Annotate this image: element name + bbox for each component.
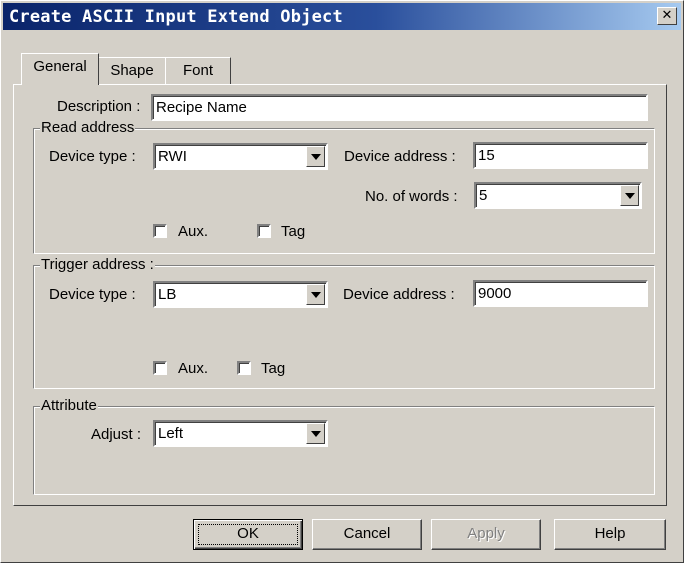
cancel-button[interactable]: Cancel bbox=[312, 519, 422, 550]
trigger-aux-label: Aux. bbox=[178, 360, 209, 377]
apply-button[interactable]: Apply bbox=[431, 519, 541, 550]
create-ascii-input-dialog: Create ASCII Input Extend Object ✕ Gener… bbox=[0, 0, 684, 563]
help-label: Help bbox=[594, 525, 626, 542]
adjust-select[interactable]: Left bbox=[153, 420, 328, 447]
description-value: Recipe Name bbox=[156, 99, 247, 116]
trigger-device-address-label: Device address : bbox=[343, 286, 455, 303]
read-device-type-label: Device type : bbox=[49, 148, 136, 165]
apply-label: Apply bbox=[467, 525, 505, 542]
adjust-label: Adjust : bbox=[91, 426, 142, 443]
cancel-label: Cancel bbox=[343, 525, 391, 542]
close-icon[interactable]: ✕ bbox=[657, 7, 677, 25]
no-of-words-label: No. of words : bbox=[365, 188, 458, 205]
tab-font-label: Font bbox=[182, 62, 213, 79]
no-of-words-select[interactable]: 5 bbox=[474, 182, 642, 209]
trigger-tag-checkbox[interactable] bbox=[237, 361, 251, 375]
read-device-type-value: RWI bbox=[158, 148, 187, 165]
attribute-legend: Attribute bbox=[40, 397, 98, 415]
read-device-address-value: 15 bbox=[478, 147, 495, 164]
chevron-down-icon[interactable] bbox=[306, 423, 325, 444]
tab-font[interactable]: Font bbox=[165, 57, 231, 85]
chevron-down-icon[interactable] bbox=[306, 146, 325, 167]
trigger-aux-checkbox[interactable] bbox=[153, 361, 167, 375]
attribute-group: Attribute bbox=[33, 397, 655, 495]
tab-shape[interactable]: Shape bbox=[98, 57, 166, 85]
trigger-tag-label: Tag bbox=[261, 360, 286, 377]
read-aux-checkbox[interactable] bbox=[153, 224, 167, 238]
help-button[interactable]: Help bbox=[554, 519, 666, 550]
chevron-down-icon[interactable] bbox=[306, 284, 325, 305]
adjust-value: Left bbox=[158, 425, 184, 442]
tab-general[interactable]: General bbox=[21, 53, 99, 85]
read-device-address-label: Device address : bbox=[344, 148, 456, 165]
ok-button[interactable]: OK bbox=[193, 519, 303, 550]
trigger-address-legend: Trigger address : bbox=[40, 256, 155, 274]
title-bar[interactable]: Create ASCII Input Extend Object ✕ bbox=[3, 3, 681, 30]
read-device-type-select[interactable]: RWI bbox=[153, 143, 328, 170]
read-aux-label: Aux. bbox=[178, 223, 209, 240]
trigger-device-address-input[interactable]: 9000 bbox=[473, 280, 648, 307]
tab-general-label: General bbox=[33, 58, 87, 75]
trigger-device-address-value: 9000 bbox=[478, 285, 512, 302]
focus-rect bbox=[198, 524, 298, 545]
no-of-words-value: 5 bbox=[479, 187, 488, 204]
read-tag-label: Tag bbox=[281, 223, 306, 240]
description-label: Description : bbox=[57, 98, 141, 115]
tab-shape-label: Shape bbox=[110, 62, 154, 79]
read-tag-checkbox[interactable] bbox=[257, 224, 271, 238]
trigger-device-type-select[interactable]: LB bbox=[153, 281, 328, 308]
trigger-device-type-value: LB bbox=[158, 286, 177, 303]
chevron-down-icon[interactable] bbox=[620, 185, 639, 206]
read-address-legend: Read address bbox=[40, 119, 136, 137]
trigger-device-type-label: Device type : bbox=[49, 286, 136, 303]
window-title: Create ASCII Input Extend Object bbox=[9, 7, 343, 27]
read-device-address-input[interactable]: 15 bbox=[473, 142, 648, 169]
description-input[interactable]: Recipe Name bbox=[151, 94, 648, 121]
